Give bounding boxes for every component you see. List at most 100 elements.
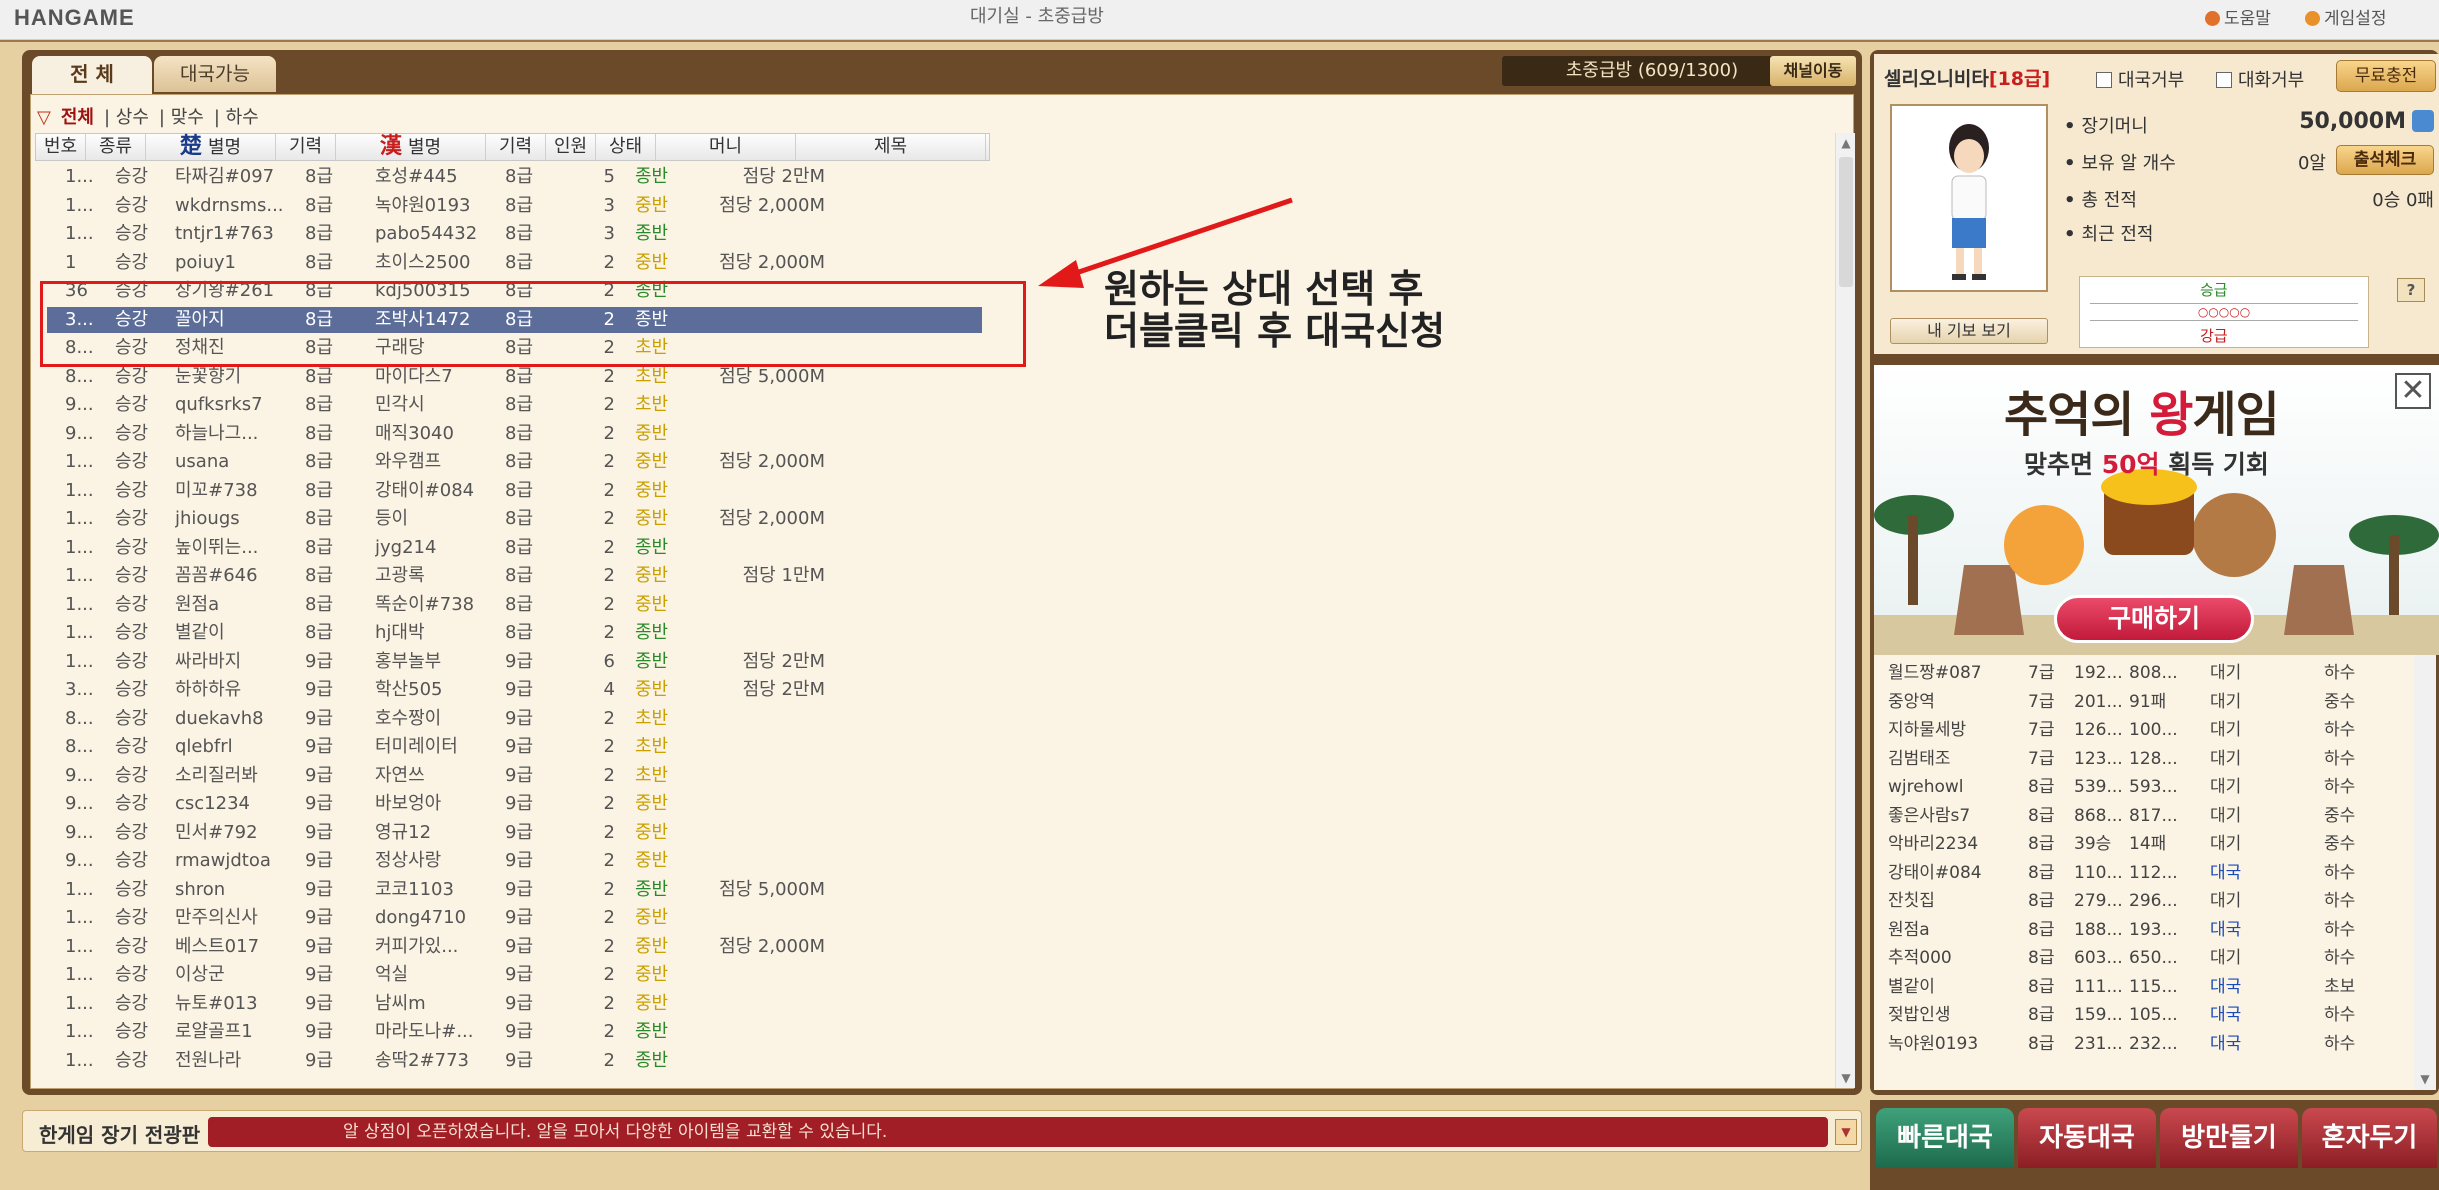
table-row[interactable]: 1... 승강 shron 9급 코코1103 9급 2 종반 점당 5,000M <box>35 876 995 904</box>
row-status: 중반 <box>635 793 669 814</box>
user-row[interactable]: 지하물세방 7급 126... 100... 대기 하수 <box>1874 716 2414 744</box>
table-row[interactable]: 1... 승강 높이뛰는... 8급 jyg214 8급 2 종반 <box>35 534 995 562</box>
filter-all[interactable]: 전체 <box>61 107 94 128</box>
table-row[interactable]: 1... 승강 usana 8급 와우캠프 8급 2 중반 점당 2,000M <box>35 448 995 476</box>
col-type[interactable]: 종류 <box>86 134 146 160</box>
table-row[interactable]: 1... 승강 타짜김#097 8급 호성#445 8급 5 종반 점당 2만M <box>35 163 995 191</box>
col-chu-grade[interactable]: 기력 <box>276 134 336 160</box>
table-row[interactable]: 1... 승강 싸라바지 9급 홍부놀부 9급 6 종반 점당 2만M <box>35 648 995 676</box>
row-money: 점당 2,000M <box>719 935 825 957</box>
user-row[interactable]: 젖밥인생 8급 159... 105... 대국 하수 <box>1874 1001 2414 1029</box>
user-row[interactable]: 추적000 8급 603... 650... 대기 하수 <box>1874 944 2414 972</box>
user-row[interactable]: 김범태조 7급 123... 128... 대기 하수 <box>1874 745 2414 773</box>
create-room-button[interactable]: 방만들기 <box>2160 1108 2298 1168</box>
col-han-name[interactable]: 漢 별명 <box>336 134 486 160</box>
table-row[interactable]: 1... 승강 전원나라 9급 송딱2#773 9급 2 종반 <box>35 1047 995 1075</box>
col-money[interactable]: 머니 <box>656 134 796 160</box>
row-status: 초반 <box>635 707 669 729</box>
buy-button[interactable]: 구매하기 <box>2054 595 2254 643</box>
free-charge-button[interactable]: 무료충전 <box>2336 60 2436 92</box>
table-row[interactable]: 1... 승강 뉴토#013 9급 남씨m 9급 2 중반 <box>35 990 995 1018</box>
user-row[interactable]: 별같이 8급 111... 115... 대국 초보 <box>1874 973 2414 1001</box>
attendance-button[interactable]: 출석체크 <box>2336 145 2434 175</box>
table-row[interactable]: 9... 승강 rmawjdtoa 9급 정상사랑 9급 2 중반 <box>35 847 995 875</box>
col-number[interactable]: 번호 <box>36 134 86 160</box>
user-row[interactable]: 월드짱#087 7급 192... 808... 대기 하수 <box>1874 659 2414 687</box>
user-row[interactable]: 강태이#084 8급 110... 112... 대국 하수 <box>1874 859 2414 887</box>
table-row[interactable]: 1... 승강 wkdrnsms... 8급 녹야원0193 8급 3 중반 점당 2,000M <box>35 192 995 220</box>
settings-link[interactable]: 게임설정 <box>2305 4 2387 29</box>
user-name: 월드짱#087 <box>1888 663 1982 683</box>
ad-banner[interactable]: 추억의 왕게임 맞추면 50억 획득 기회 ✕ 구매하기 <box>1874 365 2439 655</box>
table-row[interactable]: 9... 승강 csc1234 9급 바보엉아 9급 2 중반 <box>35 790 995 818</box>
col-subject[interactable]: 제목 <box>796 134 986 160</box>
scroll-down-icon[interactable]: ▼ <box>1836 1068 1856 1088</box>
table-row[interactable]: 9... 승강 소리질러봐 9급 자연쓰 9급 2 초반 <box>35 762 995 790</box>
col-han-grade[interactable]: 기력 <box>486 134 546 160</box>
table-row[interactable]: 1... 승강 tntjr1#763 8급 pabo54432 8급 3 종반 <box>35 220 995 248</box>
scroll-down-icon[interactable]: ▼ <box>2414 1068 2436 1090</box>
col-status[interactable]: 상태 <box>596 134 656 160</box>
row-status: 중반 <box>635 593 669 615</box>
row-han-grade: 8급 <box>505 622 534 643</box>
user-grade: 7급 <box>2028 720 2055 740</box>
scroll-up-icon[interactable]: ▲ <box>1836 133 1856 153</box>
refuse-chat-checkbox[interactable]: 대화거부 <box>2216 66 2304 92</box>
filter-higher[interactable]: 상수 <box>116 107 149 128</box>
close-icon[interactable]: ✕ <box>2395 373 2431 409</box>
user-row[interactable]: 녹야원0193 8급 231... 232... 대국 하수 <box>1874 1030 2414 1058</box>
refuse-game-checkbox[interactable]: 대국거부 <box>2096 66 2184 92</box>
table-row[interactable]: 1... 승강 로얄골프1 9급 마라도나#... 9급 2 종반 <box>35 1018 995 1046</box>
auto-game-button[interactable]: 자동대국 <box>2018 1108 2156 1168</box>
tab-available[interactable]: 대국가능 <box>154 56 276 92</box>
user-row[interactable]: 중앙역 7급 201... 91패 대기 중수 <box>1874 688 2414 716</box>
quick-game-button[interactable]: 빠른대국 <box>1876 1108 2014 1168</box>
row-chu-name: qufksrks7 <box>175 394 263 415</box>
table-row[interactable]: 1... 승강 별같이 8급 hj대박 8급 2 종반 <box>35 619 995 647</box>
table-row[interactable]: 1... 승강 미꼬#738 8급 강태이#084 8급 2 중반 <box>35 477 995 505</box>
row-type: 승강 <box>115 907 149 928</box>
room-list-scrollbar[interactable]: ▲ ▼ <box>1835 133 1855 1088</box>
table-row[interactable]: 1... 승강 꼼꼼#646 8급 고광록 8급 2 중반 점당 1만M <box>35 562 995 590</box>
table-row[interactable]: 1... 승강 jhiougs 8급 등이 8급 2 중반 점당 2,000M <box>35 505 995 533</box>
tab-all[interactable]: 전 체 <box>32 56 152 94</box>
col-people[interactable]: 인원 <box>546 134 596 160</box>
row-number: 1... <box>65 622 94 643</box>
table-row[interactable]: 1... 승강 만주의신사 9급 dong4710 9급 2 중반 <box>35 904 995 932</box>
user-row[interactable]: 잔칫집 8급 279... 296... 대기 하수 <box>1874 887 2414 915</box>
user-row[interactable]: wjrehowl 8급 539... 593... 대기 하수 <box>1874 773 2414 801</box>
table-row[interactable]: 8... 승강 duekavh8 9급 호수짱이 9급 2 초반 <box>35 705 995 733</box>
row-type: 승강 <box>115 878 149 900</box>
notice-expand-icon[interactable]: ▼ <box>1835 1119 1857 1145</box>
table-row[interactable]: 1 승강 poiuy1 8급 초이스2500 8급 2 중반 점당 2,000M <box>35 249 995 277</box>
row-people: 2 <box>603 821 615 843</box>
user-row[interactable]: 악바리2234 8급 39승 14패 대기 중수 <box>1874 830 2414 858</box>
user-row[interactable]: 원점a 8급 188... 193... 대국 하수 <box>1874 916 2414 944</box>
table-row[interactable]: 3... 승강 하하하유 9급 학산505 9급 4 중반 점당 2만M <box>35 676 995 704</box>
table-row[interactable]: 8... 승강 qlebfrl 9급 터미레이터 9급 2 초반 <box>35 733 995 761</box>
solo-play-button[interactable]: 혼자두기 <box>2302 1108 2437 1168</box>
table-row[interactable]: 9... 승강 qufksrks7 8급 민각시 8급 2 초반 <box>35 391 995 419</box>
scroll-thumb[interactable] <box>1839 157 1853 287</box>
user-row[interactable]: 좋은사람s7 8급 868... 817... 대기 중수 <box>1874 802 2414 830</box>
col-chu-name[interactable]: 楚 별명 <box>146 134 276 160</box>
row-chu-name: 원점a <box>175 593 220 615</box>
row-han-name: 민각시 <box>375 394 425 415</box>
table-row[interactable]: 1... 승강 베스트017 9급 커피가있... 9급 2 중반 점당 2,000M <box>35 933 995 961</box>
user-list-scrollbar[interactable]: ▼ <box>2414 655 2436 1090</box>
filter-equal[interactable]: 맞수 <box>171 107 204 128</box>
help-question-icon[interactable]: ? <box>2397 278 2425 302</box>
row-han-grade: 8급 <box>505 166 534 187</box>
row-han-name: 자연쓰 <box>375 764 425 786</box>
help-link[interactable]: 도움말 <box>2205 4 2271 29</box>
table-row[interactable]: 1... 승강 원점a 8급 똑순이#738 8급 2 중반 <box>35 591 995 619</box>
table-row[interactable]: 9... 승강 하늘나그... 8급 매직3040 8급 2 중반 <box>35 420 995 448</box>
row-status: 중반 <box>635 935 669 957</box>
highlight-box <box>40 281 1026 367</box>
table-row[interactable]: 1... 승강 이상군 9급 억실 9급 2 중반 <box>35 961 995 989</box>
filter-lower[interactable]: 하수 <box>226 107 259 128</box>
channel-move-button[interactable]: 채널이동 <box>1770 56 1856 86</box>
view-records-button[interactable]: 내 기보 보기 <box>1890 318 2048 344</box>
row-money: 점당 2,000M <box>719 451 825 472</box>
table-row[interactable]: 9... 승강 민서#792 9급 영규12 9급 2 중반 <box>35 819 995 847</box>
